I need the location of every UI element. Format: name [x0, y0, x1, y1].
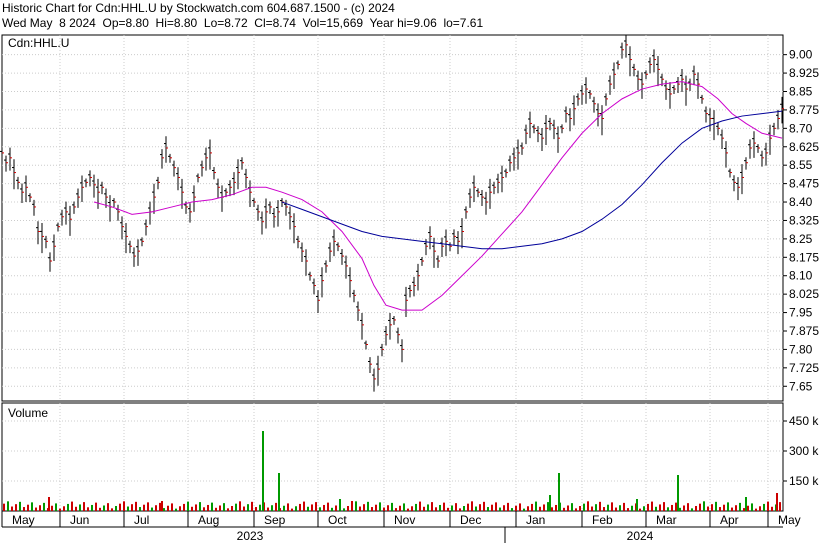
y-tick-label: 8.70: [789, 121, 813, 135]
y-tick-label: 8.85: [789, 84, 813, 98]
y-tick-label: 8.025: [789, 287, 819, 301]
x-tick-label: Aug: [198, 513, 219, 527]
volume-y-tick-label: 150 k: [789, 474, 819, 488]
year-label: 2023: [237, 529, 264, 543]
x-tick-label: Feb: [592, 513, 613, 527]
y-tick-label: 8.25: [789, 232, 813, 246]
x-tick-label: Mar: [656, 513, 677, 527]
x-tick-label: May: [12, 513, 35, 527]
y-tick-label: 7.95: [789, 306, 813, 320]
price-panel-title: Cdn:HHL.U: [8, 36, 69, 50]
y-tick-label: 7.65: [789, 379, 813, 393]
volume-y-tick-label: 450 k: [789, 414, 819, 428]
y-tick-label: 8.625: [789, 140, 819, 154]
y-tick-label: 8.925: [789, 66, 819, 80]
x-tick-label: Jun: [70, 513, 89, 527]
x-tick-label: May: [778, 513, 801, 527]
y-tick-label: 9.00: [789, 48, 813, 62]
y-tick-label: 8.775: [789, 103, 819, 117]
stock-chart-page: Historic Chart for Cdn:HHL.U by Stockwat…: [0, 0, 830, 543]
year-label: 2024: [627, 529, 654, 543]
y-tick-label: 8.55: [789, 158, 813, 172]
volume-panel-title: Volume: [8, 406, 48, 420]
y-tick-label: 7.80: [789, 342, 813, 356]
x-tick-label: Oct: [328, 513, 347, 527]
y-tick-label: 8.40: [789, 195, 813, 209]
volume-y-tick-label: 300 k: [789, 444, 819, 458]
x-tick-label: Jan: [526, 513, 545, 527]
y-tick-label: 8.475: [789, 177, 819, 191]
x-tick-label: Apr: [720, 513, 739, 527]
x-tick-label: Dec: [460, 513, 481, 527]
x-tick-label: Sep: [264, 513, 286, 527]
price-volume-chart: May Jun Jul Aug Sep Oct Nov Dec Jan Feb Mar Apr May 2…: [0, 34, 819, 543]
y-tick-label: 7.875: [789, 324, 819, 338]
x-tick-label: Nov: [394, 513, 415, 527]
y-tick-label: 8.10: [789, 269, 813, 283]
x-tick-label: Jul: [134, 513, 149, 527]
y-tick-label: 8.175: [789, 250, 819, 264]
y-tick-label: 7.725: [789, 361, 819, 375]
volume-panel-frame: [1, 402, 784, 512]
y-tick-label: 8.325: [789, 213, 819, 227]
